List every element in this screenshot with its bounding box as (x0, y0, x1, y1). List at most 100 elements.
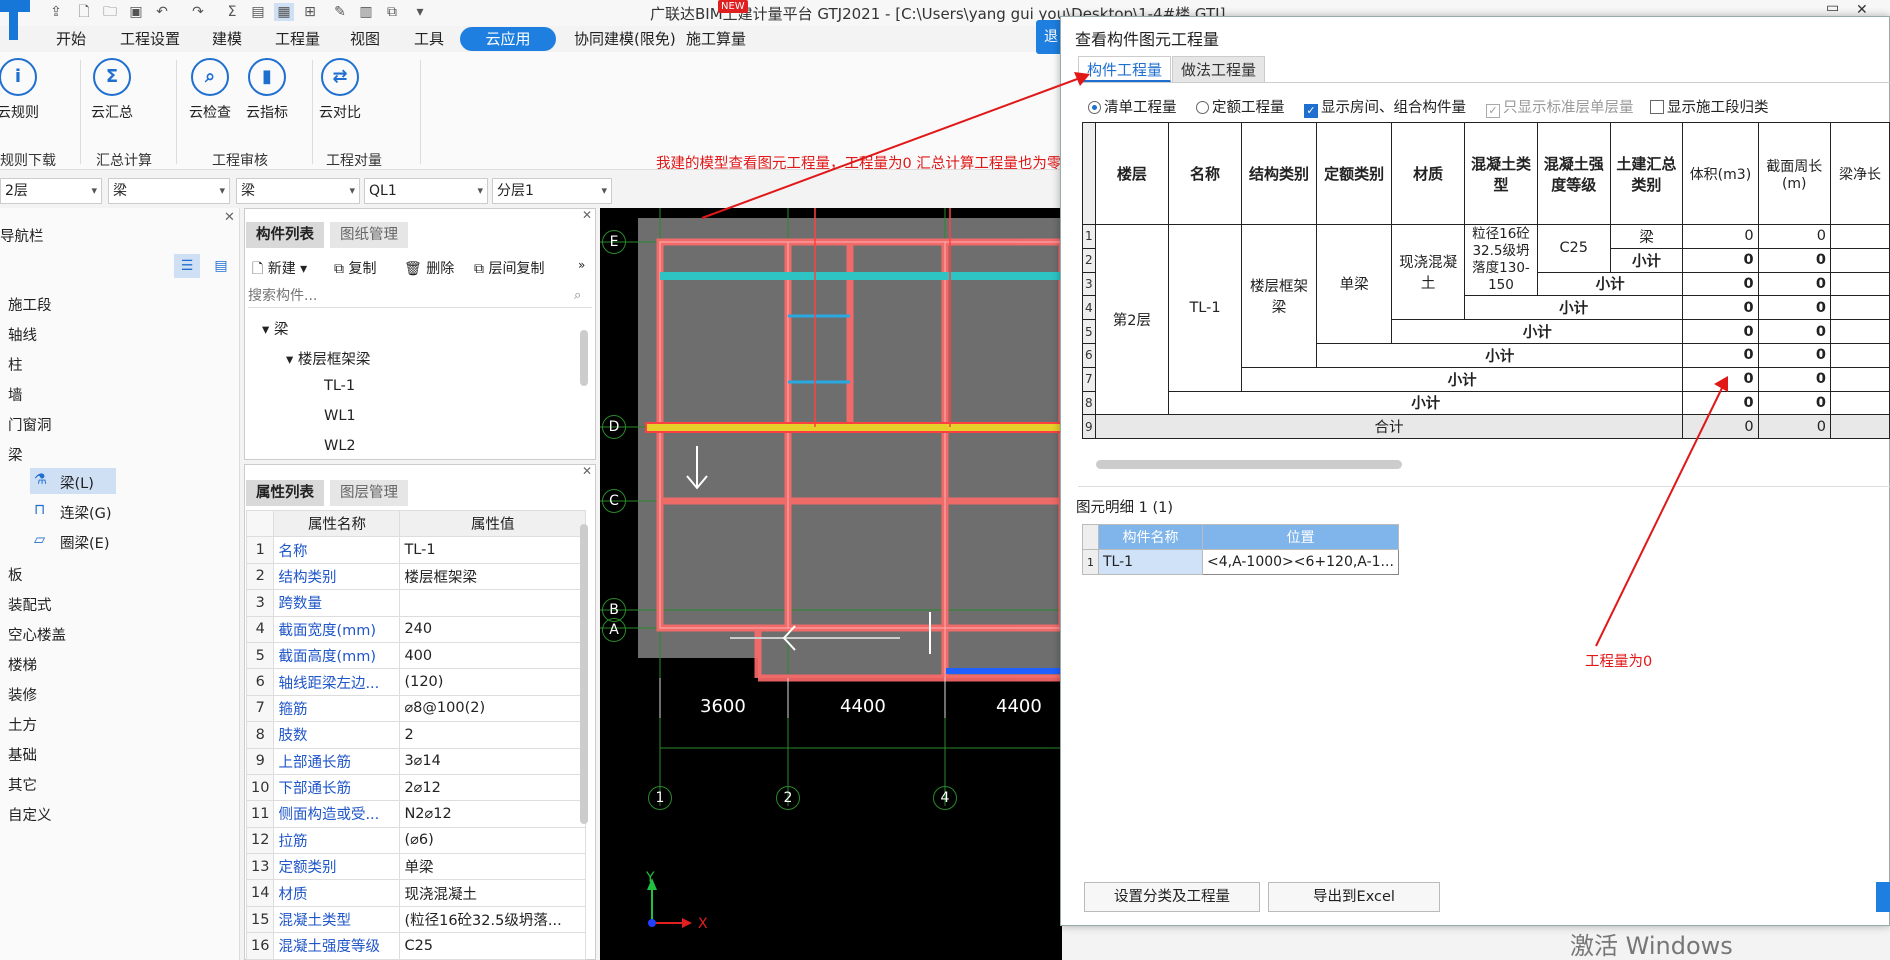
tab-property-list[interactable]: 属性列表 (246, 480, 324, 506)
nav-item-prefab[interactable]: 装配式 (8, 594, 52, 615)
grid-view-icon[interactable]: ▦ (274, 3, 294, 21)
formula-icon[interactable]: Σ (222, 3, 242, 21)
menu-project-settings[interactable]: 工程设置 (120, 28, 180, 49)
nav-item-column[interactable]: 柱 (8, 354, 23, 375)
property-value[interactable]: 单梁 (399, 853, 586, 881)
property-row[interactable]: 14 材质 现浇混凝土 (245, 879, 586, 907)
property-value[interactable]: 现浇混凝土 (399, 879, 586, 907)
radio-quota-quantity[interactable]: 定额工程量 (1196, 96, 1285, 117)
tab-component-quantity[interactable]: 构件工程量 (1078, 56, 1172, 82)
tree-leaf-tl1[interactable]: TL-1 (324, 378, 355, 394)
search-input[interactable] (248, 284, 592, 308)
tree-leaf-wl1[interactable]: WL1 (324, 408, 356, 424)
property-row[interactable]: 7 箍筋 ⌀8@100(2) (245, 694, 586, 723)
property-value[interactable]: (120) (399, 668, 586, 696)
property-value[interactable]: 3⌀14 (399, 747, 586, 775)
menu-collab[interactable]: 协同建模(限免) (574, 28, 676, 49)
property-row[interactable]: 2 结构类别 楼层框架梁 (245, 562, 586, 591)
property-value[interactable]: ⌀8@100(2) (399, 694, 586, 723)
property-value[interactable]: (⌀6) (399, 826, 586, 855)
menu-construction[interactable]: 施工算量 (686, 28, 746, 49)
property-row[interactable]: 13 定额类别 单梁 (245, 853, 586, 881)
nav-item-openings[interactable]: 门窗洞 (8, 414, 52, 435)
horizontal-scrollbar[interactable] (1096, 460, 1402, 469)
nav-item-coupling-beam[interactable]: 连梁(G) (60, 502, 112, 523)
property-value[interactable]: 2⌀12 (399, 773, 586, 802)
detail-view-icon[interactable]: ▤ (208, 254, 234, 278)
property-value[interactable]: N2⌀12 (399, 800, 586, 828)
nav-item-stairs[interactable]: 楼梯 (8, 654, 37, 675)
close-icon[interactable]: ✕ (1856, 2, 1868, 18)
property-row[interactable]: 6 轴线距梁左边... (120) (245, 668, 586, 696)
menu-tools[interactable]: 工具 (414, 28, 444, 49)
new-file-icon[interactable]: 🗋 (74, 3, 94, 21)
dropdown-icon[interactable]: ▾ (410, 3, 430, 21)
radio-bill-quantity[interactable]: 清单工程量 (1088, 96, 1177, 117)
property-row[interactable]: 9 上部通长筋 3⌀14 (245, 747, 586, 775)
tab-component-list[interactable]: 构件列表 (246, 222, 324, 248)
tree-node-frame-beam[interactable]: ▾ 楼层框架梁 (286, 348, 370, 369)
close-icon[interactable]: ✕ (582, 208, 592, 222)
property-value[interactable]: TL-1 (399, 536, 586, 564)
detail-cell-position[interactable]: <4,A-1000><6+120,A-1... (1202, 549, 1399, 575)
cad-canvas[interactable]: E D C B A 1 2 4 3600 4400 4400 X Y (600, 208, 1062, 960)
property-value[interactable] (399, 589, 586, 617)
report-icon[interactable]: ▤ (248, 3, 268, 21)
copy-icon[interactable]: ⧉ (382, 3, 402, 21)
property-row[interactable]: 12 拉筋 (⌀6) (245, 826, 586, 855)
property-row[interactable]: 15 混凝土类型 (粒径16砼32.5级坍落... (245, 905, 586, 934)
export-excel-button[interactable]: 导出到Excel (1268, 882, 1440, 912)
tree-leaf-wl2[interactable]: WL2 (324, 438, 356, 454)
property-value[interactable]: C25 (399, 932, 586, 960)
scrollbar[interactable] (580, 330, 588, 386)
cloud-summary-button[interactable]: Σ 云汇总 (80, 58, 144, 122)
nav-item-axis[interactable]: 轴线 (8, 324, 37, 345)
nav-item-beam[interactable]: 梁 (8, 444, 23, 465)
list-view-icon[interactable]: ☰ (174, 254, 200, 278)
component-subtype-select[interactable]: 梁 (236, 178, 360, 204)
tree-node-beam[interactable]: ▾ 梁 (262, 318, 288, 339)
menu-start[interactable]: 开始 (56, 28, 86, 49)
save-icon[interactable]: ▣ (126, 3, 146, 21)
checkbox-standard-floor[interactable]: ✓ 只显示标准层单层量 (1486, 96, 1634, 118)
property-row[interactable]: 4 截面宽度(mm) 240 (245, 615, 586, 643)
upload-icon[interactable]: ⇪ (46, 3, 66, 21)
delete-button[interactable]: 🗑 删除 (404, 258, 454, 278)
property-value[interactable]: (粒径16砼32.5级坍落... (399, 905, 586, 934)
property-row[interactable]: 16 混凝土强度等级 C25 (245, 932, 586, 960)
layers-icon[interactable]: ▥ (356, 3, 376, 21)
menu-quantities[interactable]: 工程量 (275, 28, 320, 49)
cloud-compare-button[interactable]: ⇄ 云对比 (308, 58, 372, 122)
menu-modeling[interactable]: 建模 (212, 28, 242, 49)
layer-select[interactable]: 分层1 (492, 178, 612, 204)
close-icon[interactable]: ✕ (582, 464, 592, 478)
undo-icon[interactable]: ↶ (152, 3, 172, 21)
close-icon[interactable]: ✕ (224, 210, 235, 225)
nav-item-wall[interactable]: 墙 (8, 384, 23, 405)
property-row[interactable]: 8 肢数 2 (245, 721, 586, 749)
detail-cell-name[interactable]: TL-1 (1098, 549, 1203, 575)
property-value[interactable]: 2 (399, 721, 586, 749)
nav-item-decoration[interactable]: 装修 (8, 684, 37, 705)
cloud-check-button[interactable]: ⌕ 云检查 (178, 58, 242, 122)
grid-edit-icon[interactable]: ⊞ (300, 3, 320, 21)
nav-item-other[interactable]: 其它 (8, 774, 37, 795)
property-row[interactable]: 10 下部通长筋 2⌀12 (245, 773, 586, 802)
tab-layer-management[interactable]: 图层管理 (330, 480, 408, 506)
property-row[interactable]: 5 截面高度(mm) 400 (245, 641, 586, 670)
new-button[interactable]: 🗋 新建 ▾ (252, 258, 307, 282)
property-row[interactable]: 11 侧面构造或受... N2⌀12 (245, 800, 586, 828)
minimize-icon[interactable]: ▭ (1826, 0, 1839, 16)
tab-method-quantity[interactable]: 做法工程量 (1172, 56, 1266, 82)
property-value[interactable]: 400 (399, 641, 586, 670)
redo-icon[interactable]: ↷ (188, 3, 208, 21)
cloud-rules-button[interactable]: i 云规则 (0, 58, 50, 122)
nav-item-slab[interactable]: 板 (8, 564, 23, 585)
nav-item-earthwork[interactable]: 土方 (8, 714, 37, 735)
set-category-button[interactable]: 设置分类及工程量 (1084, 882, 1260, 912)
menu-cloud-apps[interactable]: 云应用 (460, 27, 556, 51)
pen-icon[interactable]: ✎ (330, 3, 350, 21)
nav-item-beam-l[interactable]: 梁(L) (60, 472, 94, 493)
scrollbar[interactable] (580, 524, 588, 824)
copy-button[interactable]: ⧉ 复制 (334, 258, 376, 278)
